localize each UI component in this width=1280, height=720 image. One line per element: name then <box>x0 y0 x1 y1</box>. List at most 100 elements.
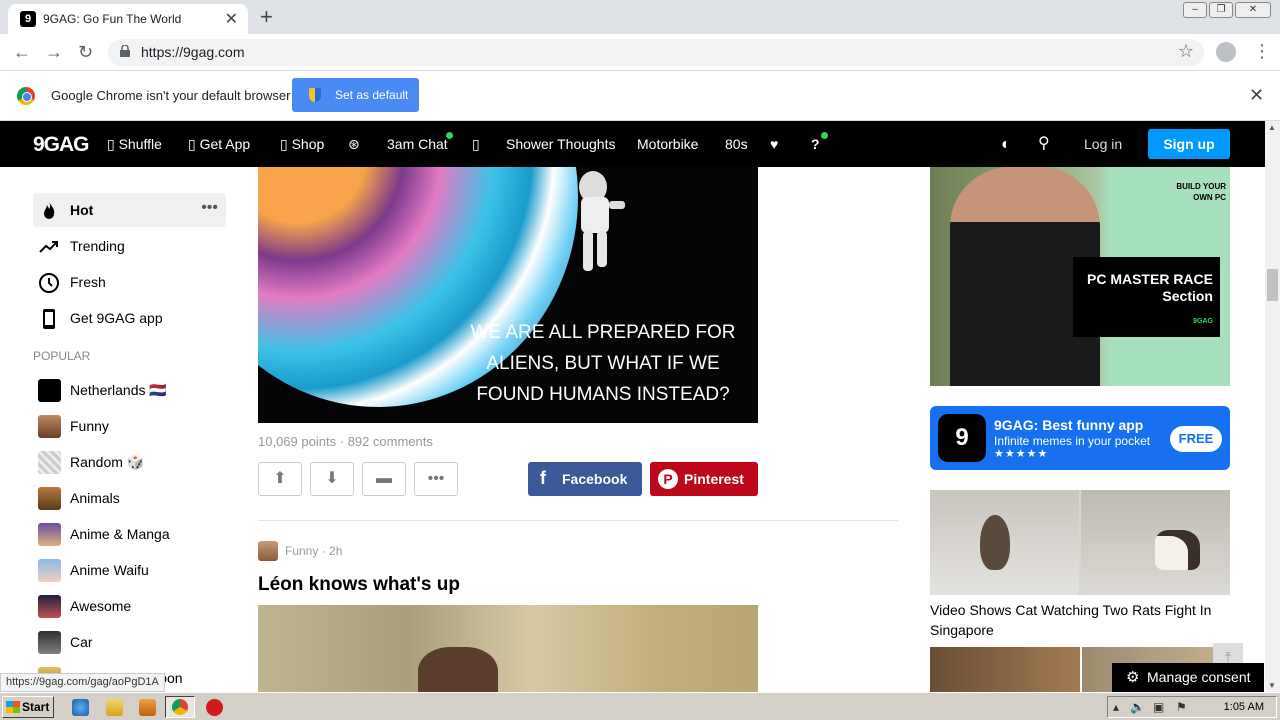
sidebar-item-anime-manga[interactable]: Anime & Manga <box>33 517 226 551</box>
sidebar-item-awesome[interactable]: Awesome <box>33 589 226 623</box>
chrome-menu-icon[interactable]: ⋮ <box>1253 41 1271 62</box>
media-player-icon[interactable] <box>139 699 156 716</box>
search-icon[interactable]: ⚲ <box>1038 133 1050 153</box>
sidebar-item-label: Random 🎲 <box>70 454 145 470</box>
reload-icon[interactable]: ↻ <box>78 42 93 63</box>
minimize-window-icon[interactable]: – <box>1183 2 1207 18</box>
new-tab-icon[interactable]: + <box>260 4 273 30</box>
nav-80s[interactable]: 80s <box>725 136 748 152</box>
chrome-taskbar-button[interactable] <box>165 696 195 718</box>
clock-time[interactable]: 1:05 AM <box>1224 701 1264 713</box>
sidebar-item-car[interactable]: Car <box>33 625 226 659</box>
manage-consent-label: Manage consent <box>1147 669 1251 685</box>
post-stats[interactable]: 10,069 points · 892 comments <box>258 434 433 449</box>
post-title[interactable]: Léon knows what's up <box>258 574 460 596</box>
set-as-default-label: Set as default <box>335 88 409 102</box>
nav-shower-thoughts[interactable]: Shower Thoughts <box>506 136 615 152</box>
flag-tray-icon[interactable]: ⚑ <box>1176 700 1187 714</box>
network-icon[interactable]: ▣ <box>1153 700 1164 714</box>
scrollbar-thumb[interactable] <box>1267 269 1278 301</box>
popular-section-title: POPULAR <box>33 349 91 363</box>
ad-heading-box: PC MASTER RACE Section 9GAG <box>1073 257 1220 337</box>
help-icon[interactable]: ? <box>811 136 820 152</box>
sidebar-item-get-app[interactable]: Get 9GAG app <box>33 301 226 335</box>
share-facebook-button[interactable]: f Facebook <box>528 462 642 496</box>
dark-mode-icon[interactable]: ◐ <box>1001 136 1011 154</box>
free-button[interactable]: FREE <box>1170 426 1222 452</box>
scroll-up-arrow-icon[interactable]: ▲ <box>1268 123 1276 132</box>
post-meta-text[interactable]: Funny · 2h <box>285 544 342 558</box>
tray-expand-icon[interactable]: ▴ <box>1113 700 1119 714</box>
video-thumbnail[interactable] <box>930 490 1230 595</box>
scroll-down-arrow-icon[interactable]: ▼ <box>1268 681 1276 690</box>
app-rating-stars: ★★★★★ <box>994 448 1049 460</box>
nsfw-icon[interactable]: ⊛ <box>348 136 360 153</box>
trending-icon <box>39 241 58 253</box>
back-arrow-icon[interactable]: ← <box>13 42 31 63</box>
post-image[interactable] <box>258 605 758 692</box>
ad-build-text: BUILD YOUR OWN PC <box>1176 182 1226 202</box>
share-pinterest-button[interactable]: P Pinterest <box>650 462 758 496</box>
more-options-button[interactable]: ••• <box>414 462 458 496</box>
sidebar-item-label: Animals <box>70 490 120 506</box>
sidebar-item-random[interactable]: Random 🎲 <box>33 445 226 479</box>
upvote-button[interactable]: ⬆ <box>258 462 302 496</box>
infobar-close-icon[interactable]: ✕ <box>1249 85 1264 106</box>
default-browser-infobar: Google Chrome isn't your default browser… <box>0 71 1280 121</box>
awesome-thumbnail <box>38 595 61 618</box>
folder-icon[interactable] <box>106 699 123 716</box>
nav-get-app[interactable]: ▯ Get App <box>188 136 250 153</box>
nav-3am-chat[interactable]: 3am Chat <box>387 136 448 152</box>
heart-icon[interactable]: ♥ <box>770 136 778 152</box>
login-link[interactable]: Log in <box>1084 136 1122 152</box>
post-image[interactable]: WE ARE ALL PREPARED FOR ALIENS, BUT WHAT… <box>258 167 758 423</box>
restore-window-icon[interactable]: ❐ <box>1209 2 1233 18</box>
windows-taskbar: Start ▴ 🔈 ▣ ⚑ 1:05 AM <box>0 692 1280 720</box>
sidebar-item-funny[interactable]: Funny <box>33 409 226 443</box>
volume-icon[interactable]: 🔈 <box>1130 700 1145 714</box>
sidebar-item-anime-waifu[interactable]: Anime Waifu <box>33 553 226 587</box>
sidebar-item-trending[interactable]: Trending <box>33 229 226 263</box>
sidebar-item-netherlands[interactable]: Netherlands 🇳🇱 <box>33 373 226 407</box>
sidebar-item-hot[interactable]: Hot ••• <box>33 193 226 227</box>
nav-shop-label: Shop <box>291 136 325 152</box>
video-title[interactable]: Video Shows Cat Watching Two Rats Fight … <box>930 600 1230 640</box>
bookmark-star-icon[interactable]: ☆ <box>1178 41 1194 62</box>
nav-motorbike[interactable]: Motorbike <box>637 136 698 152</box>
set-as-default-button[interactable]: Set as default <box>292 78 419 112</box>
downvote-button[interactable]: ⬇ <box>310 462 354 496</box>
signup-button[interactable]: Sign up <box>1148 129 1230 159</box>
movie-still-figure <box>418 647 498 692</box>
funny-thumbnail <box>38 415 61 438</box>
browser-tab[interactable]: 9 9GAG: Go Fun The World ✕ <box>8 4 248 34</box>
opera-icon[interactable] <box>206 699 223 716</box>
close-window-icon[interactable]: ✕ <box>1235 2 1271 18</box>
page-scrollbar[interactable]: ▲ ▼ <box>1265 121 1280 692</box>
9gag-logo[interactable]: 9GAG <box>33 133 90 157</box>
anime-waifu-thumbnail <box>38 559 61 582</box>
address-bar[interactable]: https://9gag.com ☆ <box>108 39 1204 66</box>
site-header: 9GAG ▯ Shuffle ▯ Get App ▯ Shop ⊛ 3am Ch… <box>0 121 1265 167</box>
pc-master-race-ad[interactable]: BUILD YOUR OWN PC PC MASTER RACE Section… <box>930 167 1230 386</box>
nav-shop[interactable]: ▯ Shop <box>280 136 324 153</box>
internet-explorer-icon[interactable] <box>72 699 89 716</box>
next-video-thumbnail[interactable] <box>930 647 1080 692</box>
gear-icon: ⚙ <box>1126 669 1140 686</box>
start-button[interactable]: Start <box>2 696 54 718</box>
sidebar-item-label: Netherlands 🇳🇱 <box>70 382 167 398</box>
9gag-favicon-icon: 9 <box>20 11 36 27</box>
tab-close-icon[interactable]: ✕ <box>225 9 238 29</box>
nav-icon[interactable]: ▯ <box>472 136 480 153</box>
sidebar-item-fresh[interactable]: Fresh <box>33 265 226 299</box>
comment-button[interactable]: ▬ <box>362 462 406 496</box>
more-dots-icon[interactable]: ••• <box>201 199 218 217</box>
manage-consent-button[interactable]: ⚙ Manage consent <box>1112 663 1264 692</box>
nav-shuffle[interactable]: ▯ Shuffle <box>107 136 162 153</box>
app-promo-banner[interactable]: 9 9GAG: Best funny app Infinite memes in… <box>930 406 1230 470</box>
ad-brand: 9GAG <box>1193 318 1213 325</box>
section-avatar[interactable] <box>258 541 278 561</box>
sidebar-item-animals[interactable]: Animals <box>33 481 226 515</box>
rat-figure <box>980 515 1010 570</box>
forward-arrow-icon[interactable]: → <box>45 42 63 63</box>
profile-avatar-icon[interactable] <box>1216 42 1236 62</box>
